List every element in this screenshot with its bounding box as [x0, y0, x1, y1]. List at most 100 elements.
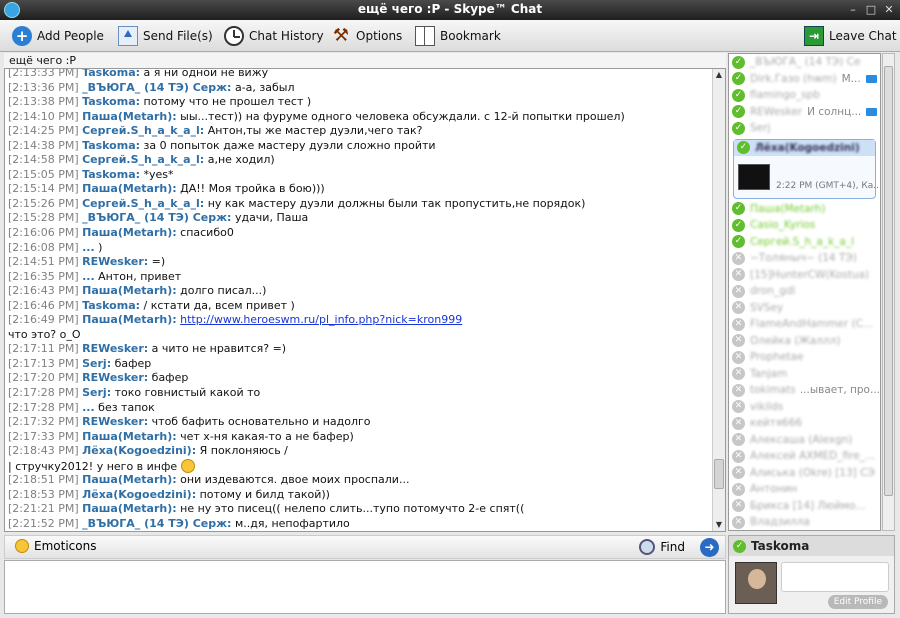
message-text: без тапок	[98, 400, 155, 414]
participants-scroll-thumb[interactable]	[884, 66, 893, 496]
participant-local-time: 2:22 PM (GMT+4), Ка...	[776, 180, 881, 191]
message-author[interactable]: Сергей.S_h_a_k_a_l:	[82, 124, 204, 137]
participant-item[interactable]: ✓ flamingo_spb	[729, 87, 880, 104]
send-message-button[interactable]: ➜	[700, 538, 719, 557]
message-text: потому и билд такой))	[199, 487, 330, 501]
participant-item[interactable]: ✓ REWesker И солнц...	[729, 104, 880, 121]
message-author[interactable]: Serj:	[82, 386, 111, 399]
chat-scrollbar[interactable]: ▲ ▼	[712, 69, 725, 531]
message-author[interactable]: Паша(Metarh):	[82, 430, 177, 443]
minimize-button[interactable]: –	[845, 2, 861, 18]
message-author[interactable]: REWesker:	[82, 255, 148, 268]
edit-profile-button[interactable]: Edit Profile	[827, 595, 888, 609]
participants-scrollbar[interactable]	[882, 53, 895, 531]
emoticons-button[interactable]: Emoticons	[15, 539, 96, 553]
message-author[interactable]: Сергей.S_h_a_k_a_l:	[82, 153, 204, 166]
participant-card-expanded[interactable]: ✓ Лёха(Kogoedzini) 2:22 PM (GMT+4), Ка..…	[733, 138, 880, 199]
message-author[interactable]: ...	[82, 270, 95, 283]
participant-name: Брикса [14] Люймо...	[750, 499, 866, 512]
participant-item[interactable]: ✕ Алиська (Okre) [13] СЭ	[729, 465, 880, 482]
participant-item[interactable]: ✕ ~Толяныч~ (14 ТЭ)	[729, 250, 880, 267]
scroll-thumb[interactable]	[714, 459, 724, 489]
message-author[interactable]: Лёха(Kogoedzini):	[82, 444, 196, 457]
chat-message: [2:14:58 PM] Сергей.S_h_a_k_a_l: а,не хо…	[5, 153, 713, 168]
participant-item[interactable]: ✕ Алексей AXMED_fire_...	[729, 448, 880, 465]
participant-item[interactable]: ✕ dron_gdl	[729, 283, 880, 300]
message-author[interactable]: Паша(Metarh):	[82, 473, 177, 486]
participant-item[interactable]: ✓ _ВЪЮГА_ (14 ТЭ) Се	[729, 54, 880, 71]
message-author[interactable]: _ВЪЮГА_ (14 ТЭ) Серж:	[82, 517, 231, 530]
message-author[interactable]: ...	[82, 241, 95, 254]
participant-item[interactable]: ✕ Брикса [14] Люймо...	[729, 498, 880, 515]
participant-item[interactable]: ✕ Tanjam	[729, 366, 880, 383]
message-text: за 0 попыток даже мастеру дуэли сложно п…	[143, 138, 436, 152]
participant-item[interactable]: ✓ Сергей.S_h_a_k_a_l	[729, 234, 880, 251]
participant-item[interactable]: ✕ Prophetae	[729, 349, 880, 366]
options-button[interactable]: ⚒ Options	[331, 24, 402, 48]
message-author[interactable]: Паша(Metarh):	[82, 502, 177, 515]
message-author[interactable]: Serj:	[82, 357, 111, 370]
participant-item[interactable]: ✕ tokimatsu ...ывает, про...	[729, 382, 880, 399]
scroll-up-arrow-icon[interactable]: ▲	[713, 69, 725, 81]
participant-card-header: ✓ Лёха(Kogoedzini)	[734, 139, 875, 156]
chat-history-button[interactable]: Chat History	[224, 24, 324, 48]
participant-item[interactable]: ✓ Паша(Metarh)	[729, 201, 880, 218]
message-author[interactable]: Taskoma:	[82, 299, 140, 312]
bookmark-button[interactable]: Bookmark	[415, 24, 501, 48]
message-timestamp: [2:14:58 PM]	[8, 153, 79, 167]
participant-item[interactable]: ✕ FlameAndHammer (C...	[729, 316, 880, 333]
message-timestamp: [2:16:49 PM]	[8, 313, 79, 327]
message-author[interactable]: Taskoma:	[82, 168, 140, 181]
maximize-button[interactable]: □	[863, 2, 879, 18]
message-author[interactable]: Taskoma:	[82, 69, 140, 79]
online-status-icon: ✓	[732, 88, 745, 102]
online-status-icon: ✓	[732, 55, 745, 69]
message-author[interactable]: Лёха(Kogoedzini):	[82, 488, 196, 501]
mood-message-field[interactable]	[781, 562, 889, 592]
participant-item[interactable]: ✕ Владзилла	[729, 514, 880, 530]
close-button[interactable]: ✕	[881, 2, 897, 18]
participant-item[interactable]: ✓ Serj	[729, 120, 880, 137]
participant-item[interactable]: ✕ Антонин	[729, 481, 880, 498]
participant-item[interactable]: ✓ Dirk.Газо (hwm) М...	[729, 71, 880, 88]
message-author[interactable]: _ВЪЮГА_ (14 ТЭ) Серж:	[82, 211, 231, 224]
scroll-down-arrow-icon[interactable]: ▼	[713, 519, 725, 531]
message-author[interactable]: Паша(Metarh):	[82, 182, 177, 195]
participant-item[interactable]: ✕Владимир_Kingsha...	[729, 531, 880, 532]
message-author[interactable]: Паша(Metarh):	[82, 110, 177, 123]
message-text: =)	[151, 255, 166, 269]
message-author[interactable]: REWesker:	[82, 415, 148, 428]
participant-item[interactable]: ✓ Casio_Kyrios	[729, 217, 880, 234]
message-text: токо говнистый какой то	[114, 386, 261, 400]
find-button[interactable]: Find	[639, 539, 685, 555]
message-author[interactable]: REWesker:	[82, 342, 148, 355]
message-author[interactable]: _ВЪЮГА_ (14 ТЭ) Серж:	[82, 81, 231, 94]
send-files-button[interactable]: Send File(s)	[118, 24, 213, 48]
message-timestamp: [2:13:33 PM]	[8, 68, 79, 79]
participant-item[interactable]: ✕ [15]HunterCW(Kostua)	[729, 267, 880, 284]
chat-history-pane[interactable]: [2:13:33 PM] Taskoma: а я ни одной не ви…	[4, 68, 726, 532]
message-author[interactable]: Сергей.S_h_a_k_a_l:	[82, 197, 204, 210]
participant-item[interactable]: ✕ кейтя666	[729, 415, 880, 432]
offline-status-icon: ✕	[732, 317, 745, 331]
message-author[interactable]: Taskoma:	[82, 95, 140, 108]
message-link[interactable]: http://www.heroeswm.ru/pl_info.php?nick=…	[180, 313, 462, 326]
participant-item[interactable]: ✕ Алексаша (Alexgn)	[729, 432, 880, 449]
message-text: не ну это писец(( нелепо слить...тупо по…	[180, 502, 525, 516]
add-people-button[interactable]: + Add People	[12, 24, 104, 48]
message-author[interactable]: REWesker:	[82, 371, 148, 384]
online-status-icon: ✓	[733, 539, 746, 553]
message-list: [2:13:33 PM] Taskoma: а я ни одной не ви…	[5, 68, 713, 531]
message-input[interactable]	[4, 560, 726, 614]
participant-item[interactable]: ✕ vikilds	[729, 399, 880, 416]
message-author[interactable]: Паша(Metarh):	[82, 313, 177, 326]
message-author[interactable]: ...	[82, 401, 95, 414]
participant-item[interactable]: ✕ Олейка (Жаллл)	[729, 333, 880, 350]
message-author[interactable]: Паша(Metarh):	[82, 226, 177, 239]
avatar[interactable]	[735, 562, 777, 604]
message-author[interactable]: Паша(Metarh):	[82, 284, 177, 297]
message-author[interactable]: Taskoma:	[82, 139, 140, 152]
leave-chat-button[interactable]: ⇥ Leave Chat	[804, 24, 897, 48]
participant-item[interactable]: ✕ SVSey	[729, 300, 880, 317]
participants-list[interactable]: ✓ _ВЪЮГА_ (14 ТЭ) Се ✓ Dirk.Газо (hwm) М... ✓…	[728, 53, 881, 531]
